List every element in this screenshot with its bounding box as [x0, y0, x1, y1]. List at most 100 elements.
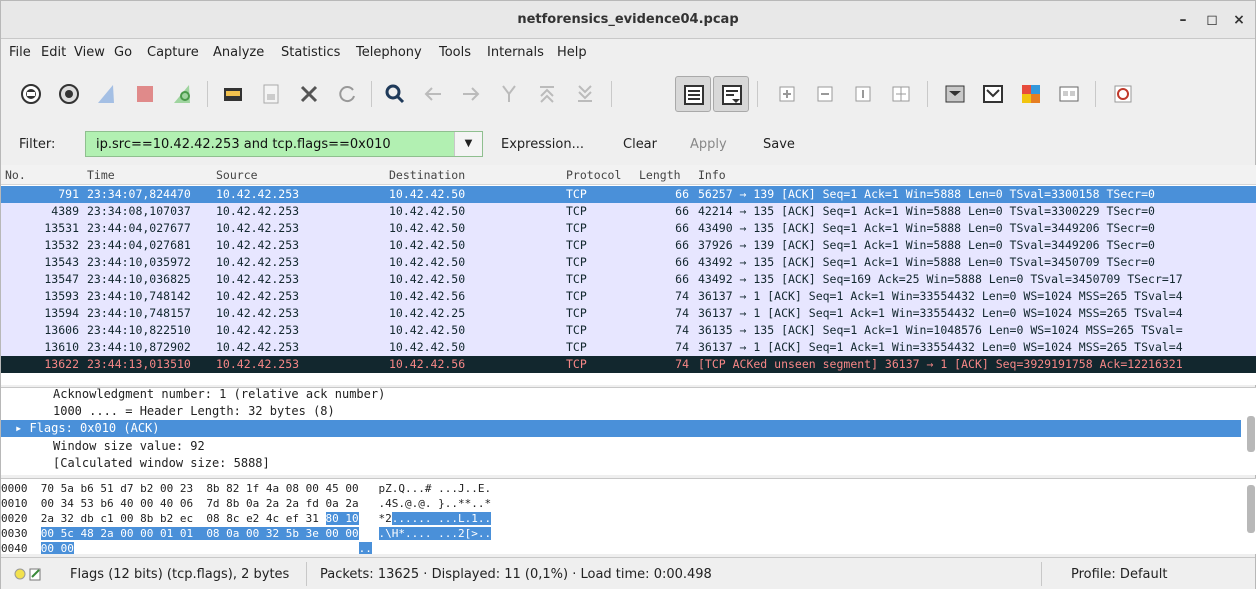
menu-file[interactable]: File: [9, 45, 31, 60]
packet-row[interactable]: 791 23:34:07,824470 10.42.42.253 10.42.42.5…: [1, 186, 1256, 203]
packet-row[interactable]: 13594 23:44:10,748157 10.42.42.253 10.42.42…: [1, 305, 1256, 322]
packet-no: 791: [58, 187, 79, 201]
column-no[interactable]: No.: [5, 168, 26, 182]
detail-header-length[interactable]: 1000 .... = Header Length: 32 bytes (8): [1, 403, 1241, 420]
last-packet-button[interactable]: [567, 76, 603, 112]
hex-offset: 0010: [1, 497, 28, 510]
packet-list[interactable]: No. Time Source Destination Protocol Len…: [1, 165, 1256, 385]
first-packet-button[interactable]: [529, 76, 565, 112]
go-forward-button[interactable]: [453, 76, 489, 112]
packet-row[interactable]: 13622 23:44:13,013510 10.42.42.253 10.42.42…: [1, 356, 1256, 373]
packet-row[interactable]: 4389 23:34:08,107037 10.42.42.253 10.42.42.…: [1, 203, 1256, 220]
packet-row[interactable]: 13543 23:44:10,035972 10.42.42.253 10.42.42…: [1, 254, 1256, 271]
hex-row[interactable]: 0040 00 00 ..: [1, 541, 1241, 554]
find-packet-button[interactable]: [377, 76, 413, 112]
hex-ascii: pZ.Q...# ...J..E.: [378, 482, 492, 495]
expression-button[interactable]: Expression...: [501, 137, 584, 152]
display-filter-input[interactable]: [86, 132, 446, 156]
hex-bytes-selected: 80 10: [325, 512, 359, 525]
stop-capture-button[interactable]: [127, 76, 163, 112]
packet-bytes-pane[interactable]: 0000 70 5a b6 51 d7 b2 00 23 8b 82 1f 4a…: [1, 478, 1256, 554]
packet-row[interactable]: 13593 23:44:10,748142 10.42.42.253 10.42.42…: [1, 288, 1256, 305]
column-destination[interactable]: Destination: [389, 168, 465, 182]
preferences-button[interactable]: [1051, 76, 1087, 112]
packet-details-pane[interactable]: Acknowledgment number: 1 (relative ack n…: [1, 387, 1256, 475]
reload-button[interactable]: [329, 76, 365, 112]
packet-row[interactable]: 13547 23:44:10,036825 10.42.42.253 10.42.42…: [1, 271, 1256, 288]
coloring-rules-button[interactable]: [1013, 76, 1049, 112]
detail-flags[interactable]: ▸ Flags: 0x010 (ACK): [1, 420, 1241, 437]
go-back-button[interactable]: [415, 76, 451, 112]
menu-go[interactable]: Go: [114, 45, 132, 60]
resize-columns-button[interactable]: [883, 76, 919, 112]
column-length[interactable]: Length: [639, 168, 681, 182]
status-bar: Flags (12 bits) (tcp.flags), 2 bytes Pac…: [1, 557, 1255, 589]
menu-statistics[interactable]: Statistics: [281, 45, 340, 60]
column-time[interactable]: Time: [87, 168, 115, 182]
save-button[interactable]: Save: [763, 137, 795, 152]
hex-row[interactable]: 0010 00 34 53 b6 40 00 40 06 7d 8b 0a 2a…: [1, 496, 1241, 511]
packet-time: 23:34:08,107037: [87, 204, 191, 218]
apply-button[interactable]: Apply: [690, 137, 727, 152]
menu-analyze[interactable]: Analyze: [213, 45, 264, 60]
detail-ack-number[interactable]: Acknowledgment number: 1 (relative ack n…: [1, 388, 1241, 403]
packet-row[interactable]: 13610 23:44:10,872902 10.42.42.253 10.42.42…: [1, 339, 1256, 356]
packet-row[interactable]: 13606 23:44:10,822510 10.42.42.253 10.42.42…: [1, 322, 1256, 339]
menu-internals[interactable]: Internals: [487, 45, 544, 60]
help-button[interactable]: [1105, 76, 1141, 112]
packet-len: 74: [675, 357, 689, 371]
packet-proto: TCP: [566, 323, 587, 337]
menu-view[interactable]: View: [74, 45, 105, 60]
interfaces-button[interactable]: [13, 76, 49, 112]
status-profile[interactable]: Profile: Default: [1071, 567, 1167, 582]
packet-row[interactable]: 13532 23:44:04,027681 10.42.42.253 10.42.42…: [1, 237, 1256, 254]
status-packets: Packets: 13625 · Displayed: 11 (0,1%) · …: [320, 567, 712, 582]
save-file-button[interactable]: [253, 76, 289, 112]
hex-offset: 0020: [1, 512, 28, 525]
hex-row[interactable]: 0020 2a 32 db c1 00 8b b2 ec 08 8c e2 4c…: [1, 511, 1241, 526]
packet-row[interactable]: 13531 23:44:04,027677 10.42.42.253 10.42.42…: [1, 220, 1256, 237]
options-button[interactable]: [51, 76, 87, 112]
bytes-scrollbar[interactable]: [1247, 485, 1255, 533]
maximize-button[interactable]: ◻: [1202, 11, 1222, 29]
colorize-button[interactable]: [675, 76, 711, 112]
packet-time: 23:44:13,013510: [87, 357, 191, 371]
menu-telephony[interactable]: Telephony: [356, 45, 422, 60]
close-file-button[interactable]: [291, 76, 327, 112]
menu-edit[interactable]: Edit: [41, 45, 66, 60]
packet-dst: 10.42.42.56: [389, 357, 466, 371]
restart-capture-button[interactable]: [165, 76, 201, 112]
menu-help[interactable]: Help: [557, 45, 587, 60]
toolbar-separator: [927, 81, 928, 107]
minimize-button[interactable]: –: [1173, 11, 1193, 29]
go-to-packet-button[interactable]: [491, 76, 527, 112]
hex-row[interactable]: 0030 00 5c 48 2a 00 00 01 01 08 0a 00 32…: [1, 526, 1241, 541]
capture-filters-button[interactable]: [937, 76, 973, 112]
display-filters-button[interactable]: [975, 76, 1011, 112]
column-info[interactable]: Info: [698, 168, 726, 182]
packet-src: 10.42.42.253: [216, 306, 300, 320]
menu-capture[interactable]: Capture: [147, 45, 199, 60]
zoom-out-button[interactable]: [807, 76, 843, 112]
hex-bytes-selected: 00 5c 48 2a 00 00 01 01 08 0a 00 32 5b 3…: [40, 527, 359, 540]
expert-info-icon[interactable]: [13, 566, 43, 582]
chevron-down-icon[interactable]: ▼: [454, 132, 482, 156]
column-source[interactable]: Source: [216, 168, 258, 182]
clear-button[interactable]: Clear: [623, 137, 657, 152]
autoscroll-button[interactable]: [713, 76, 749, 112]
open-button[interactable]: [215, 76, 251, 112]
window-title: netforensics_evidence04.pcap: [517, 12, 739, 27]
column-protocol[interactable]: Protocol: [566, 168, 621, 182]
normal-size-button[interactable]: [845, 76, 881, 112]
close-button[interactable]: ×: [1229, 11, 1249, 29]
details-scrollbar[interactable]: [1247, 416, 1255, 452]
menu-tools[interactable]: Tools: [439, 45, 471, 60]
zoom-in-button[interactable]: [769, 76, 805, 112]
detail-calculated-window[interactable]: [Calculated window size: 5888]: [1, 455, 1241, 472]
start-capture-button[interactable]: [89, 76, 125, 112]
interfaces-icon: [21, 84, 41, 104]
detail-window-size[interactable]: Window size value: 92: [1, 438, 1241, 455]
display-filter-field[interactable]: ▼: [85, 131, 483, 157]
hex-row[interactable]: 0000 70 5a b6 51 d7 b2 00 23 8b 82 1f 4a…: [1, 481, 1241, 496]
packet-info: 56257 → 139 [ACK] Seq=1 Ack=1 Win=5888 L…: [698, 187, 1155, 201]
